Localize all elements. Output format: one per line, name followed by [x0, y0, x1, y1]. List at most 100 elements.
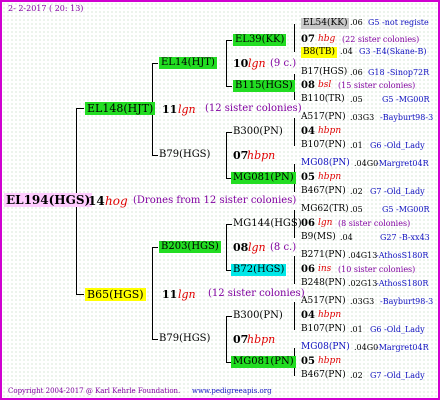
value: .04G0: [354, 159, 379, 168]
note: (9 c.): [270, 58, 297, 69]
note: G5 -MG00R: [382, 205, 430, 214]
value: .04: [340, 47, 353, 56]
node[interactable]: EL14(HJT): [159, 57, 217, 69]
mark: hbpn: [318, 172, 342, 182]
note: G3 -E4(Skane-B): [359, 47, 427, 56]
node[interactable]: B8(TB): [301, 47, 337, 58]
connector: [294, 24, 295, 52]
mark: lgn: [248, 57, 266, 70]
note: -Margret04R: [376, 159, 429, 168]
gen-number: 11: [162, 103, 178, 116]
note: -Margret04R: [376, 343, 429, 352]
connector: [152, 247, 158, 248]
node[interactable]: MG081(PN): [231, 356, 296, 368]
node[interactable]: B9(MS): [301, 233, 336, 242]
value: .04G13: [348, 251, 378, 260]
connector: [226, 224, 232, 225]
note: G6 -Old_Lady: [370, 325, 425, 334]
mark: hbpn: [247, 333, 276, 346]
connector: [152, 247, 153, 339]
connector: [294, 302, 295, 330]
footer-copyright: Copyright 2004-2017 @ Karl Kehrle Founda…: [8, 387, 181, 395]
root-mark: hog: [105, 194, 128, 208]
node[interactable]: B72(HGS): [231, 264, 287, 276]
mark: hbpn: [318, 126, 342, 136]
node[interactable]: B248(PN): [301, 279, 346, 288]
node[interactable]: B467(PN): [301, 371, 346, 380]
gen-number: 04: [301, 126, 315, 137]
gen-number: 05: [301, 172, 315, 183]
value: .01: [350, 325, 363, 334]
connector: [76, 294, 84, 295]
note: -Bayburt98-3: [380, 113, 434, 122]
connector: [226, 316, 227, 362]
connector: [294, 256, 295, 284]
connector: [226, 132, 232, 133]
note: -AthosS180R: [376, 279, 429, 288]
value: .03G3: [350, 113, 375, 122]
node[interactable]: B107(PN): [301, 141, 346, 150]
note: (10 sister colonies): [338, 265, 416, 274]
node[interactable]: B467(PN): [301, 187, 346, 196]
footer-url[interactable]: www.pedigreeapis.org: [192, 388, 272, 395]
gen-number: 05: [301, 356, 315, 367]
connector: [226, 86, 232, 87]
node[interactable]: B300(PN): [233, 311, 283, 321]
node[interactable]: EL39(KK): [233, 34, 287, 46]
root-node[interactable]: EL194(HGS): [4, 193, 93, 207]
note: (8 sister colonies): [338, 219, 411, 228]
value: .04: [340, 233, 353, 242]
note: (12 sister colonies): [208, 288, 305, 299]
value: .01: [350, 141, 363, 150]
gen-number: 11: [162, 288, 178, 301]
node[interactable]: B110(TR): [301, 95, 345, 104]
node[interactable]: A517(PN): [301, 297, 346, 306]
connector: [226, 132, 227, 178]
connector: [226, 224, 227, 270]
mark: hbg: [318, 34, 336, 44]
node[interactable]: EL54(KK): [301, 18, 350, 29]
note: (15 sister colonies): [338, 81, 416, 90]
node[interactable]: B115(HGS): [233, 80, 295, 92]
mark: lgn: [178, 288, 196, 301]
mark: lgn: [178, 103, 196, 116]
pedigree-frame: 2- 2-2017 ( 20: 13) EL194(HGS) 14 hog (D…: [0, 0, 440, 400]
connector: [152, 155, 158, 156]
note: G7 -Old_Lady: [370, 187, 425, 196]
value: .05: [350, 205, 363, 214]
value: .02: [350, 187, 363, 196]
value: .04G0: [354, 343, 379, 352]
node[interactable]: MG081(PN): [231, 172, 296, 184]
node[interactable]: A517(PN): [301, 113, 346, 122]
connector: [76, 108, 84, 109]
note: G7 -Old_Lady: [370, 371, 425, 380]
node[interactable]: B107(PN): [301, 325, 346, 334]
parent-node[interactable]: EL148(HJT): [85, 102, 156, 115]
gen-number: 08: [301, 80, 315, 91]
connector: [152, 339, 158, 340]
note: -Bayburt98-3: [380, 297, 434, 306]
value: .05: [350, 95, 363, 104]
node[interactable]: MG144(HGS): [233, 219, 302, 229]
root-note: (Drones from 12 sister colonies): [133, 195, 297, 206]
value: .06: [350, 68, 363, 77]
node[interactable]: B17(HGS): [301, 68, 347, 77]
note: G5 -MG00R: [382, 95, 430, 104]
node[interactable]: B203(HGS): [159, 241, 221, 253]
node[interactable]: B271(PN): [301, 251, 346, 260]
mark: hbpn: [318, 356, 342, 366]
value: .06: [350, 18, 363, 27]
node[interactable]: MG08(PN): [301, 343, 350, 352]
note: (22 sister colonies): [342, 35, 420, 44]
note: G6 -Old_Lady: [370, 141, 425, 150]
node[interactable]: B79(HGS): [159, 150, 210, 160]
node[interactable]: B300(PN): [233, 127, 283, 137]
note: (12 sister colonies): [205, 103, 302, 114]
parent-node[interactable]: B65(HGS): [85, 288, 146, 301]
connector: [294, 118, 295, 146]
node[interactable]: MG62(TR): [301, 205, 349, 214]
node[interactable]: MG08(PN): [301, 159, 350, 168]
mark: hbpn: [247, 149, 276, 162]
node[interactable]: B79(HGS): [159, 334, 210, 344]
note: (8 c.): [270, 242, 297, 253]
